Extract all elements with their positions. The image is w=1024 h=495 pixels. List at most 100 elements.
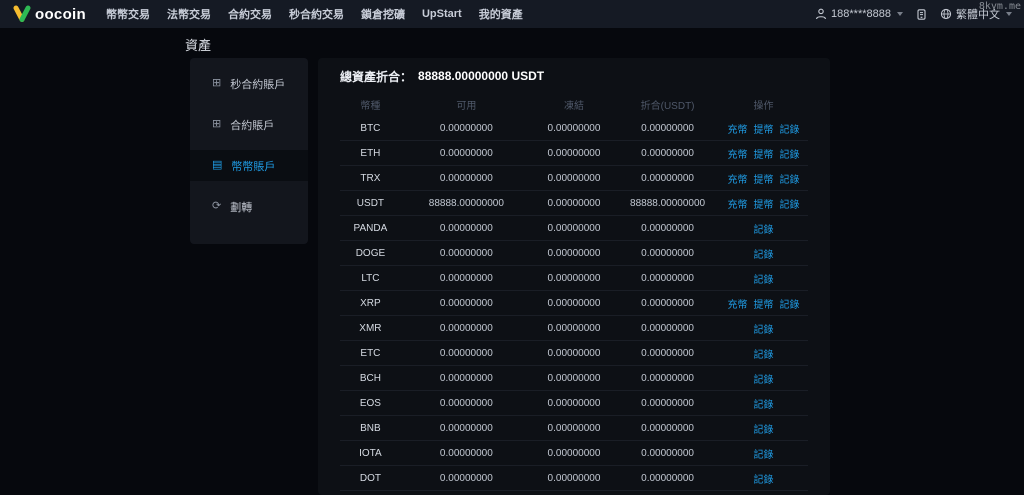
coin-cell: BNB — [360, 422, 381, 434]
records-link[interactable]: 記錄 — [780, 296, 800, 311]
records-link[interactable]: 記錄 — [754, 396, 774, 411]
available-cell: 0.00000000 — [439, 222, 493, 234]
equivalent-cell: 0.00000000 — [641, 247, 694, 259]
frozen-cell: 0.00000000 — [547, 172, 601, 184]
table-row: LTC 0.00000000 0.00000000 0.00000000 記錄 — [340, 266, 808, 291]
logo-v-icon — [13, 5, 31, 22]
document-icon: ⊞ — [212, 77, 222, 89]
actions-cell: 記錄 — [719, 271, 808, 286]
equivalent-cell: 0.00000000 — [641, 272, 694, 284]
records-link[interactable]: 記錄 — [754, 371, 774, 386]
coin-cell: DOT — [359, 472, 381, 484]
user-menu[interactable]: 188****8888 — [815, 8, 903, 20]
coin-cell: XRP — [360, 297, 381, 309]
nav-menu: 幣幣交易 法幣交易 合約交易 秒合約交易 鎖倉挖礦 UpStart 我的資產 — [106, 6, 523, 22]
equivalent-cell: 0.00000000 — [641, 172, 694, 184]
available-cell: 0.00000000 — [439, 322, 493, 334]
table-row: BCH 0.00000000 0.00000000 0.00000000 記錄 — [340, 366, 808, 391]
nav-item-6[interactable]: 我的資產 — [479, 6, 523, 22]
sidebar-menu: ⊞ 秒合約賬戶 ⊞ 合約賬戶 ▤ 幣幣賬戶 ⟳ 劃轉 — [190, 68, 308, 222]
actions-cell: 充幣 提幣 記錄 — [719, 296, 808, 311]
nav-item-1[interactable]: 法幣交易 — [167, 6, 211, 22]
customer-service-button[interactable] — [915, 8, 928, 21]
sidebar-item-coin-account[interactable]: ▤ 幣幣賬戶 — [190, 150, 308, 181]
table-row: TRX 0.00000000 0.00000000 0.00000000 充幣 提幣 記錄 — [340, 166, 808, 191]
available-cell: 0.00000000 — [439, 422, 493, 434]
records-link[interactable]: 記錄 — [754, 471, 774, 486]
equivalent-cell: 0.00000000 — [641, 372, 694, 384]
table-row: BNB 0.00000000 0.00000000 0.00000000 記錄 — [340, 416, 808, 441]
table-row: ETH 0.00000000 0.00000000 0.00000000 充幣 提幣 記錄 — [340, 141, 808, 166]
logo-text: oocoin — [35, 5, 86, 23]
nav-item-0[interactable]: 幣幣交易 — [106, 6, 150, 22]
sidebar-item-transfer[interactable]: ⟳ 劃轉 — [190, 191, 308, 222]
nav-item-3[interactable]: 秒合約交易 — [289, 6, 344, 22]
available-cell: 0.00000000 — [439, 372, 493, 384]
frozen-cell: 0.00000000 — [547, 122, 601, 134]
column-header-3: 折合(USDT) — [640, 100, 695, 112]
coin-cell: TRX — [360, 172, 381, 184]
records-link[interactable]: 記錄 — [780, 171, 800, 186]
nav-item-4[interactable]: 鎖倉挖礦 — [361, 6, 405, 22]
deposit-link[interactable]: 充幣 — [728, 146, 748, 161]
frozen-cell: 0.00000000 — [547, 447, 601, 459]
deposit-link[interactable]: 充幣 — [728, 171, 748, 186]
records-link[interactable]: 記錄 — [754, 271, 774, 286]
coin-cell: USDT — [356, 197, 385, 209]
equivalent-cell: 0.00000000 — [641, 297, 694, 309]
equivalent-cell: 0.00000000 — [641, 422, 694, 434]
table-row: BTC 0.00000000 0.00000000 0.00000000 充幣 提幣 記錄 — [340, 116, 808, 141]
equivalent-cell: 0.00000000 — [641, 447, 694, 459]
total-assets-label: 總資產折合： — [340, 69, 413, 84]
nav-item-5[interactable]: UpStart — [422, 8, 462, 20]
user-phone: 188****8888 — [831, 8, 891, 20]
equivalent-cell: 0.00000000 — [641, 147, 694, 159]
deposit-link[interactable]: 充幣 — [728, 296, 748, 311]
coin-cell: EOS — [359, 397, 381, 409]
records-link[interactable]: 記錄 — [754, 321, 774, 336]
records-link[interactable]: 記錄 — [754, 346, 774, 361]
table-body: BTC 0.00000000 0.00000000 0.00000000 充幣 提幣 記錄 E… — [340, 116, 808, 495]
records-link[interactable]: 記錄 — [754, 221, 774, 236]
logo[interactable]: oocoin — [12, 5, 86, 23]
table-row: XMR 0.00000000 0.00000000 0.00000000 記錄 — [340, 316, 808, 341]
available-cell: 0.00000000 — [439, 122, 493, 134]
column-header-0: 幣種 — [360, 100, 381, 112]
column-header-2: 凍結 — [563, 100, 584, 112]
frozen-cell: 0.00000000 — [547, 247, 601, 259]
sidebar-item-label: 幣幣賬戶 — [231, 160, 276, 173]
sidebar-item-seconds-contract-account[interactable]: ⊞ 秒合約賬戶 — [190, 68, 308, 99]
withdraw-link[interactable]: 提幣 — [754, 296, 774, 311]
withdraw-link[interactable]: 提幣 — [754, 121, 774, 136]
records-link[interactable]: 記錄 — [754, 246, 774, 261]
withdraw-link[interactable]: 提幣 — [754, 196, 774, 211]
actions-cell: 充幣 提幣 記錄 — [719, 121, 808, 136]
frozen-cell: 0.00000000 — [547, 472, 601, 484]
coin-cell: PANDA — [353, 222, 388, 234]
records-link[interactable]: 記錄 — [754, 446, 774, 461]
sidebar-item-label: 秒合約賬戶 — [230, 78, 286, 91]
frozen-cell: 0.00000000 — [547, 347, 601, 359]
equivalent-cell: 0.00000000 — [641, 397, 694, 409]
records-link[interactable]: 記錄 — [780, 146, 800, 161]
coin-cell: ETH — [360, 147, 381, 159]
table-row: DOT 0.00000000 0.00000000 0.00000000 記錄 — [340, 466, 808, 491]
coin-cell: BTC — [360, 122, 381, 134]
withdraw-link[interactable]: 提幣 — [754, 146, 774, 161]
available-cell: 0.00000000 — [439, 297, 493, 309]
records-link[interactable]: 記錄 — [754, 421, 774, 436]
records-link[interactable]: 記錄 — [780, 196, 800, 211]
records-link[interactable]: 記錄 — [780, 121, 800, 136]
deposit-link[interactable]: 充幣 — [728, 196, 748, 211]
coin-cell: DOGE — [355, 247, 386, 259]
available-cell: 0.00000000 — [439, 347, 493, 359]
available-cell: 0.00000000 — [439, 447, 493, 459]
sidebar-item-contract-account[interactable]: ⊞ 合約賬戶 — [190, 109, 308, 140]
table-row: DASH0.000000000.000000000.00000000記錄 — [340, 491, 808, 495]
actions-cell: 記錄 — [719, 246, 808, 261]
actions-cell: 充幣 提幣 記錄 — [719, 196, 808, 211]
withdraw-link[interactable]: 提幣 — [754, 171, 774, 186]
nav-item-2[interactable]: 合約交易 — [228, 6, 272, 22]
deposit-link[interactable]: 充幣 — [728, 121, 748, 136]
actions-cell: 記錄 — [719, 396, 808, 411]
